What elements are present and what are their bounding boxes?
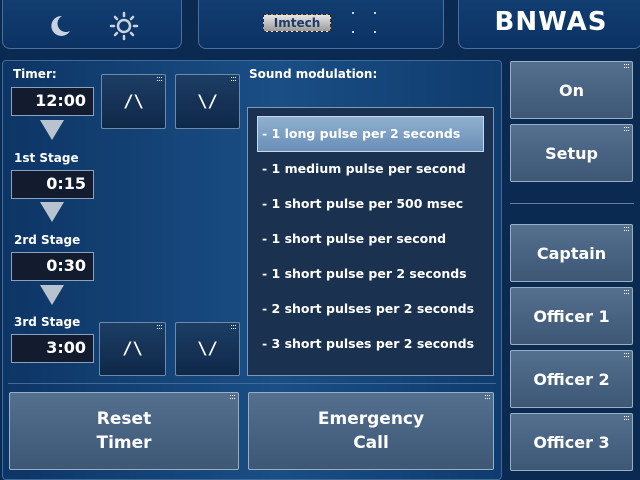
on-button[interactable]: On [510,61,633,119]
imtech-logo-text: Imtech [273,16,321,30]
mode-panel [2,0,182,49]
reset-line2: Timer [96,433,152,453]
timer-up-button[interactable]: /\ [101,74,166,129]
list-item[interactable]: - 3 short pulses per 2 seconds [248,327,493,362]
logo-panel: Imtech [198,0,444,49]
reset-timer-button[interactable]: Reset Timer [9,392,239,470]
stage2-label: 2rd Stage [14,233,81,247]
sound-modulation-list[interactable]: - 1 long pulse per 2 seconds - 1 medium … [247,107,494,376]
stage3-field[interactable]: 3:00 [11,334,94,363]
arrow-down-icon [40,285,64,305]
list-item[interactable]: - 1 short pulse per 2 seconds [248,257,493,292]
list-item[interactable]: - 1 medium pulse per second [248,152,493,187]
arrow-down-icon [40,202,64,222]
divider [8,383,496,384]
officer1-button[interactable]: Officer 1 [510,287,633,345]
emergency-line1: Emergency [317,409,425,429]
status-dots [350,12,380,36]
officer2-button[interactable]: Officer 2 [510,350,633,408]
list-item[interactable]: - 2 short pulses per 2 seconds [248,292,493,327]
stage-down-button[interactable]: \/ [175,322,240,376]
stage2-field[interactable]: 0:30 [11,252,94,281]
reset-line1: Reset [96,409,152,429]
moon-icon[interactable] [47,13,73,39]
app-title: BNWAS [494,7,608,37]
officer3-button[interactable]: Officer 3 [510,413,633,471]
setup-button[interactable]: Setup [510,124,633,182]
arrow-down-icon [40,120,64,140]
emergency-line2: Call [353,433,389,453]
captain-button[interactable]: Captain [510,224,633,282]
sun-icon[interactable] [109,11,139,41]
imtech-logo: Imtech [263,14,331,32]
timer-label: Timer: [13,67,57,81]
title-panel: BNWAS [458,0,640,49]
emergency-call-button[interactable]: Emergency Call [248,392,494,470]
timer-field[interactable]: 12:00 [11,87,94,116]
list-item[interactable]: - 1 short pulse per second [248,222,493,257]
stage3-label: 3rd Stage [14,315,81,329]
list-item[interactable]: - 1 short pulse per 500 msec [248,187,493,222]
timer-down-button[interactable]: \/ [175,74,240,129]
stage1-label: 1st Stage [14,151,79,165]
sound-modulation-label: Sound modulation: [249,67,378,81]
divider [510,203,634,204]
list-item[interactable]: - 1 long pulse per 2 seconds [257,116,484,152]
stage1-field[interactable]: 0:15 [11,170,94,199]
stage-up-button[interactable]: /\ [99,322,166,376]
